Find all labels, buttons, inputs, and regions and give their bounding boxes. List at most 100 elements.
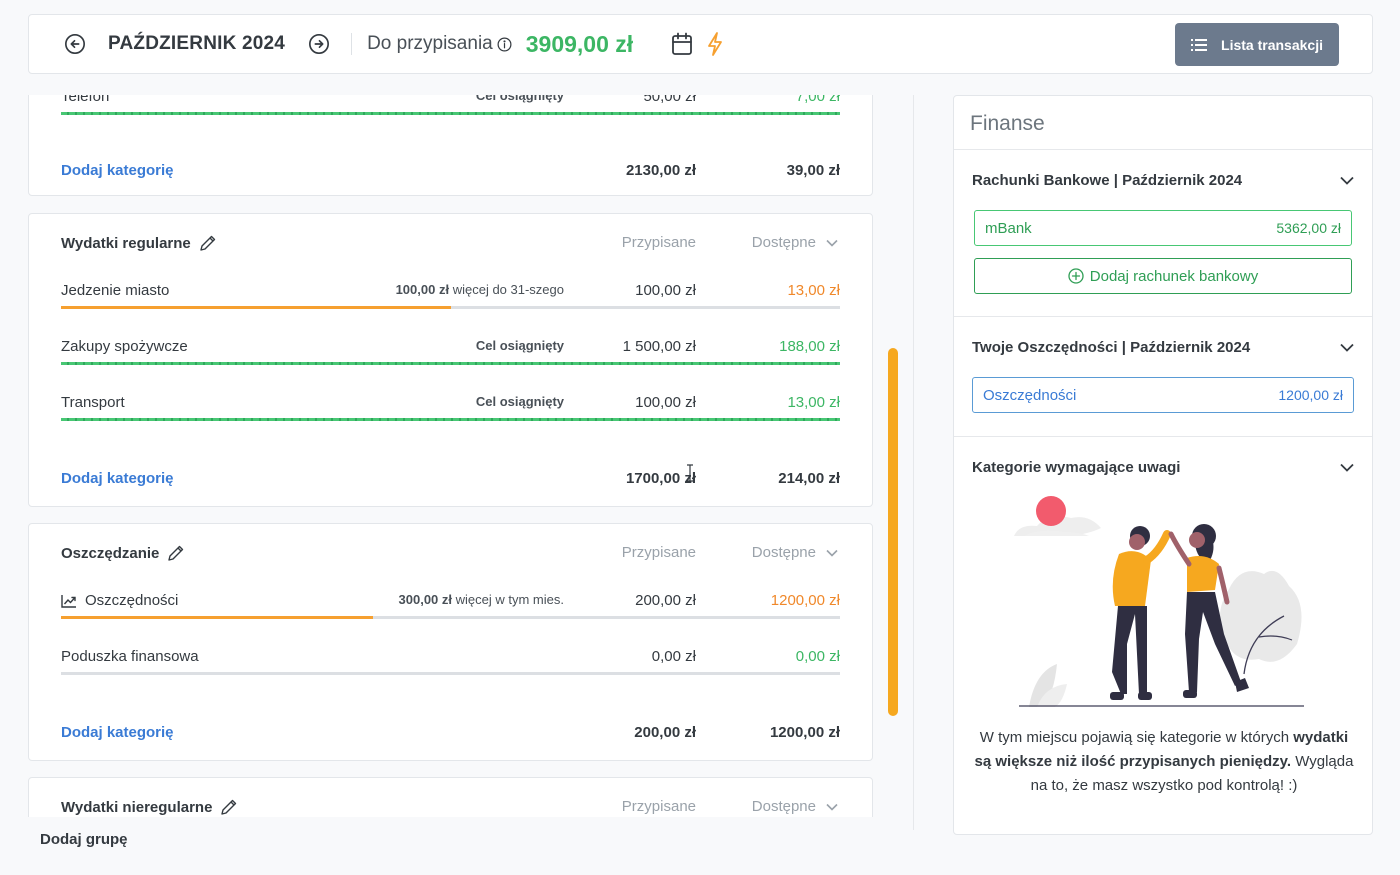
category-name: Telefon [61, 95, 110, 105]
category-row[interactable]: Oszczędności 300,00 zł więcej w tym mies… [61, 592, 840, 632]
savings-title: Twoje Oszczędności | Październik 2024 [972, 339, 1251, 356]
category-row[interactable]: Jedzenie miasto 100,00 zł więcej do 31-s… [61, 282, 840, 322]
progress-fill [61, 616, 373, 619]
goal-note-text: więcej do 31-szego [452, 282, 564, 297]
divider [351, 33, 353, 55]
col-assigned-label: Przypisane [621, 544, 696, 561]
col-available-label: Dostępne [751, 544, 816, 561]
current-month: PAŹDZIERNIK 2024 [108, 33, 286, 54]
pencil-icon[interactable] [199, 234, 217, 252]
transaction-list-button[interactable]: Lista transakcji [1175, 23, 1339, 66]
group-title: Oszczędzanie [61, 544, 160, 562]
goal-note-text: więcej w tym mies. [455, 592, 564, 607]
to-assign-label: Do przypisania [367, 33, 493, 54]
prev-month-button[interactable] [62, 31, 88, 57]
progress-fill [61, 362, 840, 365]
assigned-amount[interactable]: 0,00 zł [652, 648, 696, 665]
add-category-link[interactable]: Dodaj kategorię [61, 470, 174, 487]
chevron-down-icon[interactable] [826, 549, 838, 557]
category-name-wrap: Oszczędności [61, 592, 178, 609]
group-title: Wydatki regularne [61, 234, 191, 252]
available-amount: 7,00 zł [795, 95, 840, 105]
group-header: Wydatki regularne [61, 234, 217, 252]
progress-fill [61, 112, 840, 115]
account-name: Oszczędności [983, 386, 1077, 404]
finance-title: Finanse [970, 112, 1045, 135]
divider [954, 316, 1372, 317]
high-five-illustration [1014, 496, 1304, 707]
to-assign-amount: 3909,00 zł [525, 30, 634, 57]
budget-group: Telefon Cel osiągnięty 50,00 zł 7,00 zł … [28, 95, 873, 196]
calendar-icon[interactable] [671, 32, 693, 56]
budget-group: Wydatki nieregularne Przypisane Dostępne [28, 777, 873, 817]
trend-up-icon [61, 594, 76, 608]
scrollbar-thumb[interactable] [888, 348, 898, 716]
progress-bar [61, 306, 840, 309]
top-bar: PAŹDZIERNIK 2024 Do przypisania 3909,00 … [28, 14, 1373, 74]
info-icon[interactable] [497, 37, 512, 52]
chevron-down-icon[interactable] [826, 239, 838, 247]
add-group-button[interactable]: Dodaj grupę [40, 831, 128, 848]
group-header: Oszczędzanie [61, 544, 185, 562]
available-amount: 0,00 zł [795, 648, 840, 665]
chevron-down-icon[interactable] [1340, 176, 1354, 185]
available-amount: 13,00 zł [787, 282, 840, 299]
savings-account-item[interactable]: Oszczędności 1200,00 zł [972, 377, 1354, 413]
assigned-amount[interactable]: 100,00 zł [635, 394, 696, 411]
add-category-link[interactable]: Dodaj kategorię [61, 724, 174, 741]
total-assigned: 200,00 zł [634, 724, 696, 741]
add-category-link[interactable]: Dodaj kategorię [61, 162, 174, 179]
chevron-down-icon[interactable] [1340, 463, 1354, 472]
category-row[interactable]: Telefon Cel osiągnięty 50,00 zł 7,00 zł [61, 95, 840, 128]
chevron-down-icon[interactable] [826, 803, 838, 811]
category-row[interactable]: Zakupy spożywcze Cel osiągnięty 1 500,00… [61, 338, 840, 378]
available-amount: 1200,00 zł [770, 592, 840, 609]
plus-circle-icon [1068, 268, 1084, 284]
budget-groups: Telefon Cel osiągnięty 50,00 zł 7,00 zł … [28, 95, 874, 817]
total-assigned: 2130,00 zł [625, 162, 696, 179]
add-bank-account-button[interactable]: Dodaj rachunek bankowy [974, 258, 1352, 294]
arrow-left-circle-icon [65, 34, 85, 54]
col-available-label: Dostępne [751, 234, 816, 251]
progress-bar [61, 672, 840, 675]
goal-note-amount: 100,00 zł [395, 282, 450, 297]
pencil-icon[interactable] [220, 798, 238, 816]
transaction-list-label: Lista transakcji [1221, 36, 1323, 53]
total-available: 1200,00 zł [769, 724, 840, 741]
col-assigned-label: Przypisane [621, 798, 696, 815]
bank-accounts-title: Rachunki Bankowe | Październik 2024 [972, 172, 1243, 189]
goal-note: 100,00 zł więcej do 31-szego [396, 282, 564, 297]
category-row[interactable]: Poduszka finansowa 0,00 zł 0,00 zł [61, 648, 840, 688]
available-amount: 188,00 zł [779, 338, 840, 355]
assigned-amount[interactable]: 200,00 zł [635, 592, 696, 609]
col-available-label: Dostępne [751, 798, 816, 815]
bank-account-item[interactable]: mBank 5362,00 zł [974, 210, 1352, 246]
divider [954, 149, 1372, 150]
assigned-amount[interactable]: 50,00 zł [643, 95, 696, 105]
progress-fill [61, 306, 451, 309]
account-name: mBank [985, 219, 1032, 237]
col-assigned-label: Przypisane [621, 234, 696, 251]
budget-group: Oszczędzanie Przypisane Dostępne Oszczęd… [28, 523, 873, 761]
progress-bar [61, 616, 840, 619]
text-cursor-icon [687, 464, 693, 482]
group-header: Wydatki nieregularne [61, 798, 238, 816]
category-row[interactable]: Transport Cel osiągnięty 100,00 zł 13,00… [61, 394, 840, 434]
next-month-button[interactable] [306, 31, 332, 57]
total-available: 214,00 zł [778, 470, 840, 487]
goal-note-amount: 300,00 zł [398, 592, 453, 607]
chevron-down-icon[interactable] [1340, 343, 1354, 352]
assigned-amount[interactable]: 100,00 zł [635, 282, 696, 299]
category-name: Oszczędności [85, 592, 179, 609]
panel-divider [913, 95, 914, 830]
account-balance: 1200,00 zł [1278, 387, 1343, 403]
divider [954, 436, 1372, 437]
assigned-amount[interactable]: 1 500,00 zł [623, 338, 696, 355]
pencil-icon[interactable] [167, 544, 185, 562]
budget-group: Wydatki regularne Przypisane Dostępne Je… [28, 213, 873, 507]
goal-status: Cel osiągnięty [475, 338, 564, 353]
list-icon [1191, 38, 1208, 51]
add-bank-account-label: Dodaj rachunek bankowy [1089, 267, 1259, 285]
lightning-icon[interactable] [705, 31, 725, 57]
account-balance: 5362,00 zł [1276, 220, 1341, 236]
